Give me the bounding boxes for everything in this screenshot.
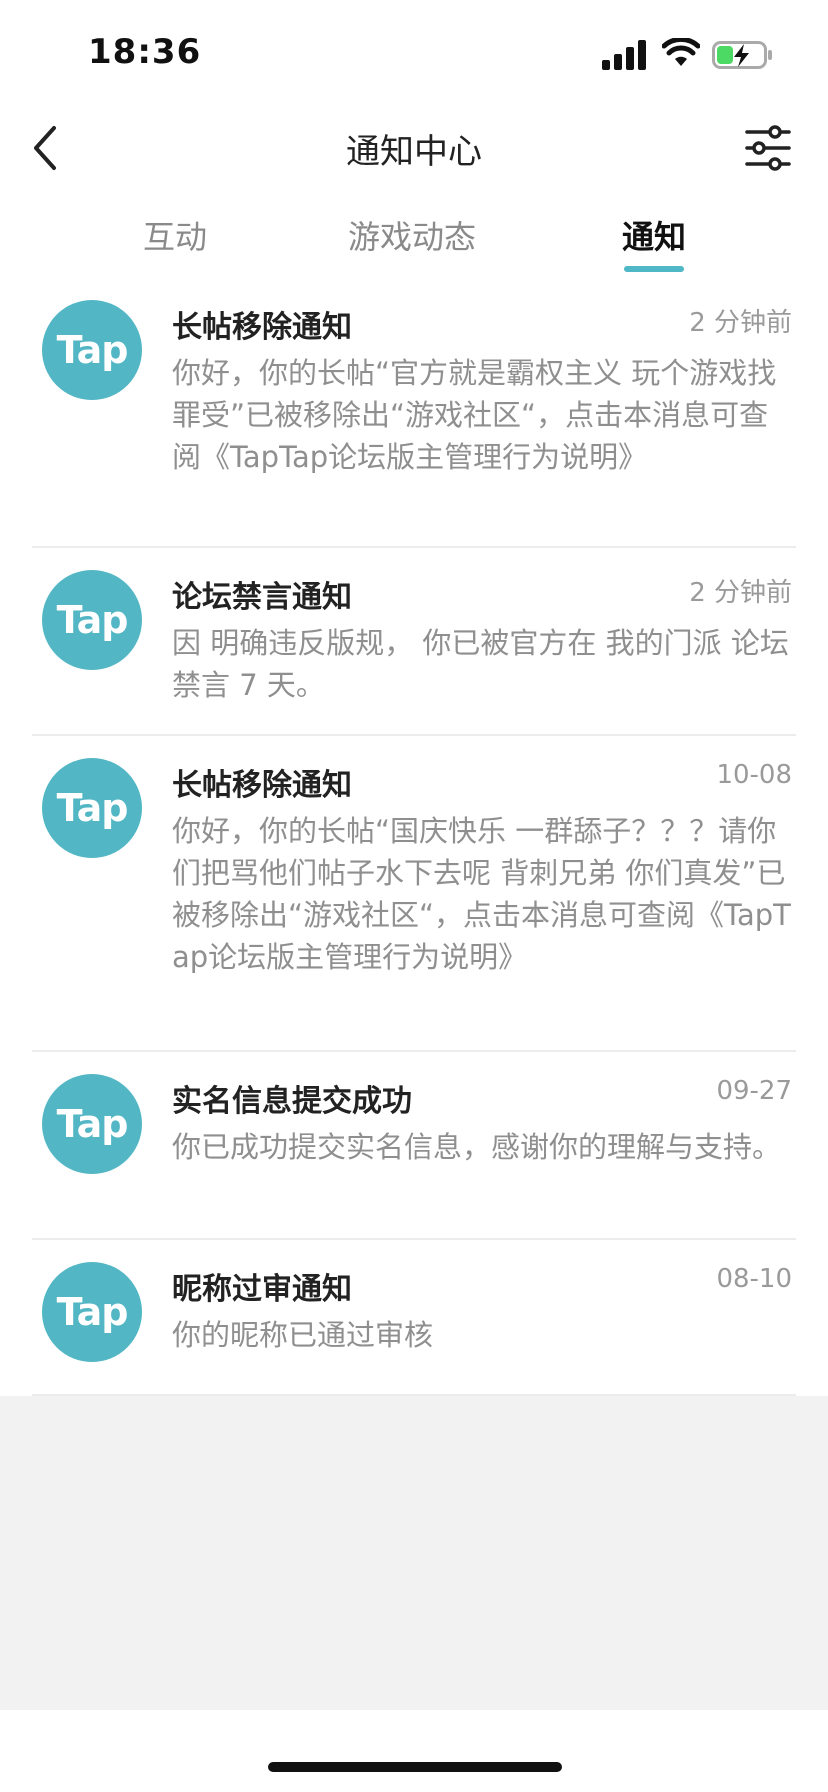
notification-body: 你的昵称已通过审核 bbox=[172, 1318, 434, 1352]
header: 通知中心 bbox=[0, 100, 828, 196]
status-time: 18:36 bbox=[88, 32, 202, 72]
notification-time: 2 分钟前 bbox=[689, 308, 792, 338]
tap-avatar: Tap bbox=[42, 570, 142, 670]
tap-avatar: Tap bbox=[42, 1262, 142, 1362]
cellular-signal-icon bbox=[602, 40, 646, 70]
battery-charging-icon bbox=[712, 41, 772, 69]
notification-body: 因 明确违反版规， 你已被官方在 我的门派 论坛禁言 7 天。 bbox=[172, 626, 789, 702]
tap-avatar: Tap bbox=[42, 300, 142, 400]
notification-list: Tap 长帖移除通知 2 分钟前 你好，你的长帖“官方就是霸权主义 玩个游戏找罪… bbox=[0, 278, 828, 1396]
wifi-icon bbox=[662, 38, 700, 66]
notification-title: 昵称过审通知 bbox=[172, 1272, 352, 1307]
tab-notifications[interactable]: 通知 bbox=[622, 212, 686, 258]
notification-item[interactable]: Tap 论坛禁言通知 2 分钟前 因 明确违反版规， 你已被官方在 我的门派 论… bbox=[0, 548, 828, 736]
page-title: 通知中心 bbox=[346, 132, 482, 172]
notification-body: 你好，你的长帖“官方就是霸权主义 玩个游戏找罪受”已被移除出“游戏社区“，点击本… bbox=[172, 356, 777, 474]
notification-time: 09-27 bbox=[716, 1076, 792, 1106]
status-bar: 18:36 bbox=[0, 0, 828, 100]
notification-time: 2 分钟前 bbox=[689, 578, 792, 608]
notification-item[interactable]: Tap 实名信息提交成功 09-27 你已成功提交实名信息，感谢你的理解与支持。 bbox=[0, 1052, 828, 1240]
notification-item[interactable]: Tap 昵称过审通知 08-10 你的昵称已通过审核 bbox=[0, 1240, 828, 1396]
notification-title: 长帖移除通知 bbox=[172, 310, 352, 345]
notification-body: 你已成功提交实名信息，感谢你的理解与支持。 bbox=[172, 1130, 782, 1164]
notification-title: 实名信息提交成功 bbox=[172, 1084, 412, 1119]
tap-avatar: Tap bbox=[42, 758, 142, 858]
tab-game-news[interactable]: 游戏动态 bbox=[348, 212, 476, 258]
notification-time: 10-08 bbox=[716, 760, 792, 790]
tab-interaction[interactable]: 互动 bbox=[143, 212, 207, 258]
notification-body: 你好，你的长帖“国庆快乐 一群舔子？？？请你们把骂他们帖子水下去呢 背刺兄弟 你… bbox=[172, 814, 791, 974]
divider bbox=[32, 1394, 796, 1396]
content-area: 18:36 通知中心 互动 游戏动态 通知 Tap 长帖移除通知 2 分钟前 你… bbox=[0, 0, 828, 1396]
notification-item[interactable]: Tap 长帖移除通知 10-08 你好，你的长帖“国庆快乐 一群舔子？？？请你们… bbox=[0, 736, 828, 1052]
notification-time: 08-10 bbox=[716, 1264, 792, 1294]
bottom-safe-area bbox=[0, 1710, 828, 1792]
notification-item[interactable]: Tap 长帖移除通知 2 分钟前 你好，你的长帖“官方就是霸权主义 玩个游戏找罪… bbox=[0, 278, 828, 548]
active-tab-indicator bbox=[624, 266, 684, 272]
notification-title: 论坛禁言通知 bbox=[172, 580, 352, 615]
home-indicator[interactable] bbox=[268, 1762, 562, 1772]
tap-avatar: Tap bbox=[42, 1074, 142, 1174]
tab-bar: 互动 游戏动态 通知 bbox=[0, 196, 828, 278]
settings-sliders-icon[interactable] bbox=[744, 124, 792, 172]
notification-title: 长帖移除通知 bbox=[172, 768, 352, 803]
